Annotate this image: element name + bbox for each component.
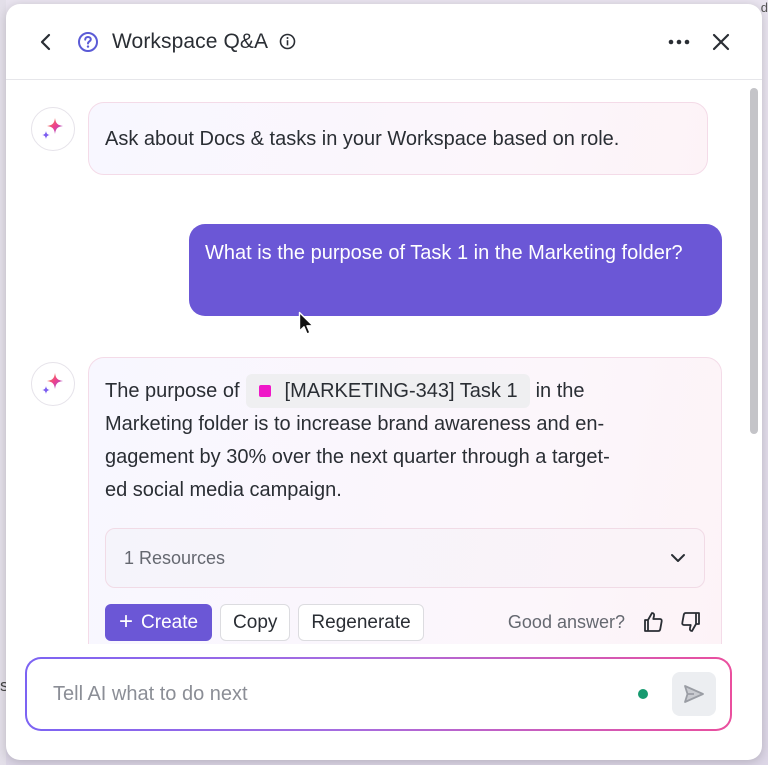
ai-answer-line-1: The purpose of [MARKETING-343] Task 1 in…: [105, 374, 705, 408]
copy-button[interactable]: Copy: [220, 603, 291, 641]
panel-header: Workspace Q&A: [6, 4, 762, 80]
status-dot: [638, 689, 648, 699]
thumbs-down-icon: [681, 612, 700, 632]
task-chip-label: [MARKETING-343] Task 1: [284, 379, 518, 402]
ai-answer-suffix: in the: [535, 379, 585, 402]
thumbs-up-button[interactable]: [639, 608, 667, 636]
task-status-dot: [258, 385, 271, 397]
sparkle-icon: [42, 373, 63, 394]
prompt-input-inner: [27, 659, 730, 729]
chevron-left-icon: [40, 33, 51, 50]
workspace-qa-panel: Workspace Q&A Ask about Docs & tasks in …: [6, 4, 762, 760]
resources-label: 1 Resources: [124, 547, 226, 568]
chat-thread[interactable]: Ask about Docs & tasks in your Workspace…: [6, 81, 762, 644]
create-button-label: Create: [141, 611, 199, 633]
close-button[interactable]: [708, 29, 734, 55]
prompt-input[interactable]: [53, 682, 638, 706]
ai-answer-line-3: gagement by 30% over the next quarter th…: [105, 446, 610, 468]
send-button[interactable]: [672, 672, 716, 716]
info-circle-icon[interactable]: [278, 33, 296, 51]
chat-scrollbar-thumb[interactable]: [750, 88, 758, 434]
resources-dropdown[interactable]: 1 Resources: [105, 528, 705, 588]
user-message-text: What is the purpose of Task 1 in the Mar…: [205, 242, 683, 264]
ai-intro-text: Ask about Docs & tasks in your Workspace…: [105, 128, 620, 150]
task-chip[interactable]: [MARKETING-343] Task 1: [245, 374, 530, 408]
ai-answer-line-4: ed social media campaign.: [105, 479, 342, 501]
send-icon: [684, 685, 704, 703]
chevron-down-icon: [671, 554, 685, 562]
copy-button-label: Copy: [233, 611, 278, 633]
ai-avatar: [31, 362, 75, 406]
create-button[interactable]: + Create: [105, 603, 213, 641]
user-message-bubble: What is the purpose of Task 1 in the Mar…: [189, 224, 722, 316]
answer-actions: + Create Copy Regenerate Good answer?: [105, 603, 705, 641]
mouse-pointer-icon: [298, 311, 314, 335]
ai-answer-line-2: Marketing folder is to increase brand aw…: [105, 413, 605, 435]
back-button[interactable]: [34, 30, 58, 54]
question-circle-icon: [76, 30, 100, 54]
more-options-button[interactable]: [664, 30, 694, 54]
regenerate-button[interactable]: Regenerate: [298, 603, 424, 641]
regenerate-button-label: Regenerate: [311, 611, 411, 633]
ai-intro-bubble: Ask about Docs & tasks in your Workspace…: [88, 102, 708, 175]
ai-answer-prefix: The purpose of: [105, 379, 240, 402]
feedback-label: Good answer?: [507, 611, 625, 632]
ellipsis-icon: [668, 39, 690, 44]
close-icon: [712, 33, 730, 50]
thumbs-up-icon: [644, 612, 663, 632]
ai-answer-bubble: The purpose of [MARKETING-343] Task 1 in…: [88, 357, 722, 644]
thumbs-down-button[interactable]: [677, 608, 705, 636]
prompt-input-container: [25, 657, 732, 731]
panel-title: Workspace Q&A: [112, 29, 269, 53]
plus-icon: +: [119, 608, 134, 635]
ai-avatar: [31, 107, 75, 151]
sparkle-icon: [42, 118, 63, 139]
